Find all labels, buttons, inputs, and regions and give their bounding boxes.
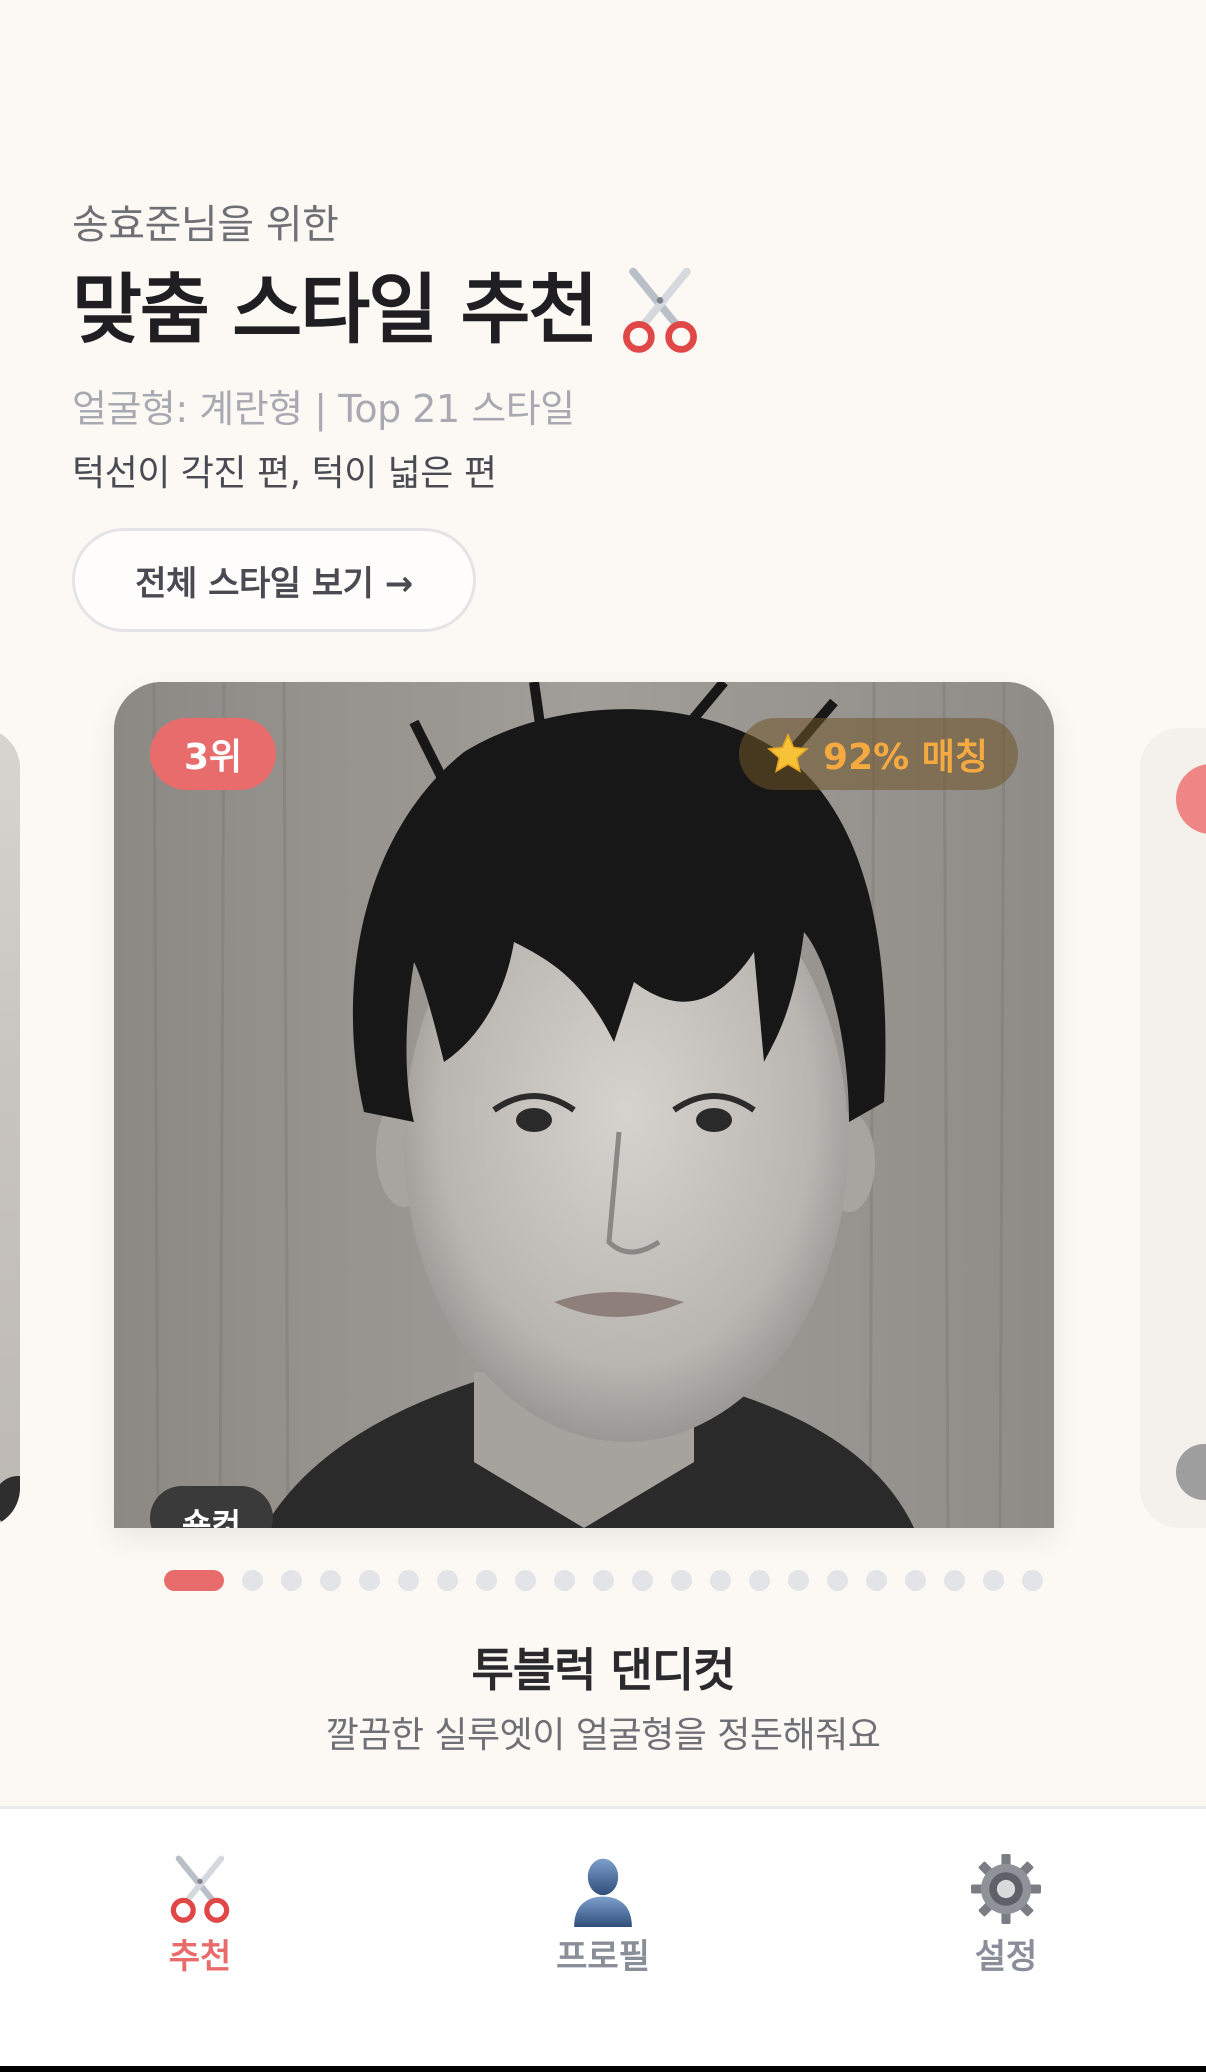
page-title-text: 맞춤 스타일 추천 <box>72 265 598 354</box>
pagination-dot[interactable] <box>553 1570 575 1591</box>
style-card[interactable]: 3위 92% 매칭 숏컷 <box>114 682 1054 1528</box>
pagination-dot[interactable] <box>514 1570 536 1591</box>
pagination-dot[interactable] <box>709 1570 731 1591</box>
pagination-dot[interactable] <box>475 1570 497 1591</box>
next-style-card[interactable] <box>1140 728 1206 1528</box>
tab-profile[interactable]: 프로필 <box>503 1851 703 1978</box>
pagination-dot[interactable] <box>241 1570 263 1591</box>
page-title: 맞춤 스타일 추천 <box>72 262 708 358</box>
pagination-dot[interactable] <box>748 1570 770 1591</box>
previous-style-card[interactable] <box>0 728 20 1528</box>
carousel-pagination <box>0 1570 1206 1591</box>
next-card-rank-badge <box>1176 764 1206 834</box>
tab-recommend[interactable]: 추천 <box>100 1851 300 1978</box>
tab-settings[interactable]: 설정 <box>906 1851 1106 1978</box>
pagination-dot[interactable] <box>943 1570 965 1591</box>
pagination-dot-active[interactable] <box>163 1570 224 1591</box>
next-card-tag <box>1176 1444 1206 1500</box>
greeting-subtitle: 송효준님을 위한 <box>72 202 339 248</box>
previous-card-tag <box>0 1476 20 1528</box>
jaw-shape-info: 턱선이 각진 편, 턱이 넓은 편 <box>72 453 497 494</box>
pagination-dot[interactable] <box>358 1570 380 1591</box>
hairstyle-photo <box>114 682 1054 1528</box>
pagination-dot[interactable] <box>787 1570 809 1591</box>
pagination-dot[interactable] <box>397 1570 419 1591</box>
scissors-icon <box>623 267 698 353</box>
pagination-dot[interactable] <box>592 1570 614 1591</box>
pagination-dot[interactable] <box>670 1570 692 1591</box>
tab-label: 설정 <box>974 1937 1038 1977</box>
pagination-dot[interactable] <box>631 1570 653 1591</box>
user-icon <box>574 1858 632 1927</box>
pagination-dot[interactable] <box>904 1570 926 1591</box>
bottom-tab-bar: 추천 프로필 설정 <box>0 1806 1206 2066</box>
star-icon <box>767 732 810 773</box>
scissors-icon <box>170 1855 230 1923</box>
tab-label: 추천 <box>168 1937 232 1977</box>
gear-icon <box>971 1854 1041 1924</box>
match-percent: 92% 매칭 <box>823 737 988 778</box>
pagination-dot[interactable] <box>319 1570 341 1591</box>
rank-badge: 3위 <box>150 718 277 790</box>
screen: 송효준님을 위한 맞춤 스타일 추천 얼굴형: 계란형 | Top 21 스타일… <box>0 0 1206 2066</box>
pagination-dot[interactable] <box>826 1570 848 1591</box>
match-badge: 92% 매칭 <box>739 718 1018 790</box>
pagination-dot[interactable] <box>280 1570 302 1591</box>
pagination-dot[interactable] <box>436 1570 458 1591</box>
pagination-dot[interactable] <box>982 1570 1004 1591</box>
pagination-dot[interactable] <box>1021 1570 1043 1591</box>
view-all-styles-button[interactable]: 전체 스타일 보기 → <box>72 528 476 632</box>
tab-label: 프로필 <box>556 1937 650 1977</box>
pagination-dot[interactable] <box>865 1570 887 1591</box>
style-description: 깔끔한 실루엣이 얼굴형을 정돈해줘요 <box>325 1715 881 1756</box>
face-shape-info: 얼굴형: 계란형 | Top 21 스타일 <box>72 387 575 431</box>
category-tag: 숏컷 <box>150 1486 273 1528</box>
style-name: 투블럭 댄디컷 <box>471 1643 736 1697</box>
